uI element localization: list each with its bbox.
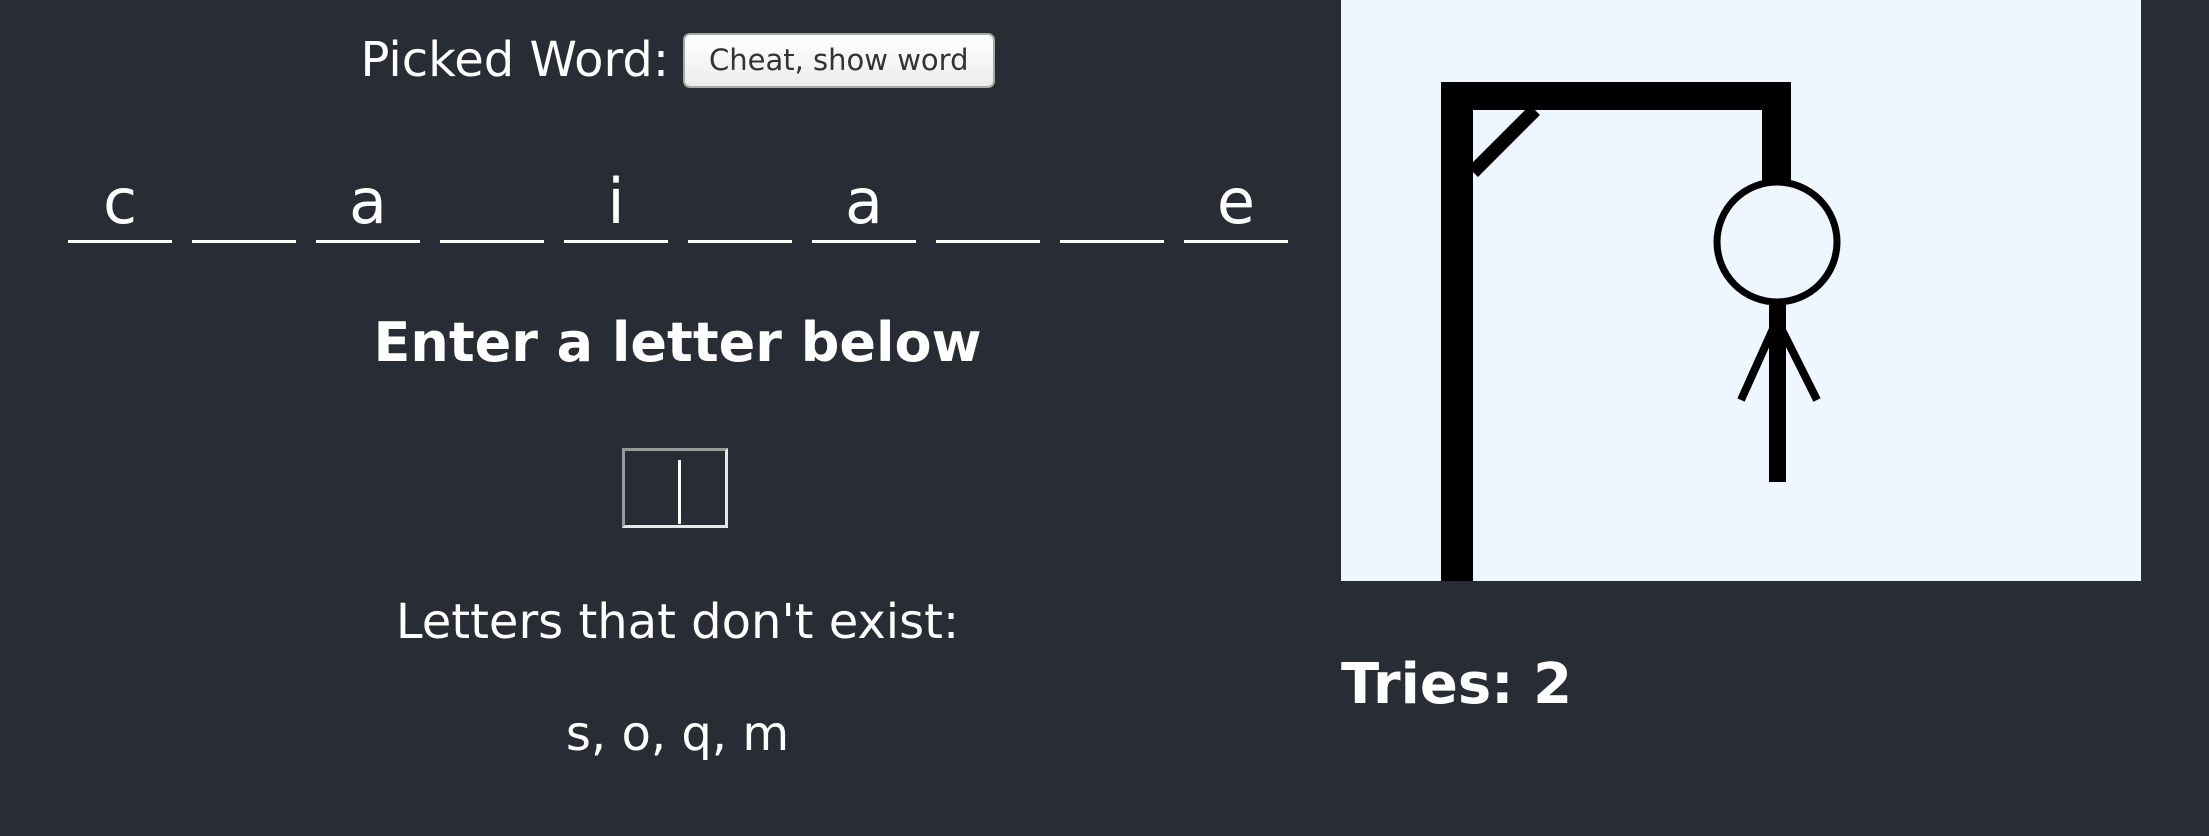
tries-counter: Tries: 2 xyxy=(1341,652,1573,717)
hangman-head xyxy=(1713,178,1841,306)
gallows-brace xyxy=(1468,105,1540,177)
gallows-rope xyxy=(1762,82,1791,184)
enter-letter-heading: Enter a letter below xyxy=(373,311,982,374)
letter-slot xyxy=(688,164,792,243)
hangman-drawing-panel xyxy=(1341,0,2141,581)
gallows-beam xyxy=(1441,82,1791,110)
picked-word-row: Picked Word: Cheat, show word xyxy=(0,30,1355,90)
cheat-show-word-button[interactable]: Cheat, show word xyxy=(683,32,995,88)
gallows-upright xyxy=(1441,82,1473,581)
letter-slot: e xyxy=(1184,164,1288,243)
letter-slot: a xyxy=(316,164,420,243)
hangman-drawing xyxy=(1441,82,1841,581)
letter-slot xyxy=(1060,164,1164,243)
letter-slot: i xyxy=(564,164,668,243)
game-area: Picked Word: Cheat, show word c a i a e … xyxy=(0,0,1355,836)
letter-slot: c xyxy=(68,164,172,243)
missing-letters-list: s, o, q, m xyxy=(565,706,790,762)
missing-letters-label: Letters that don't exist: xyxy=(395,594,960,650)
letter-slot xyxy=(936,164,1040,243)
text-caret xyxy=(678,460,681,524)
letter-slot xyxy=(192,164,296,243)
letter-slot: a xyxy=(812,164,916,243)
letter-input[interactable] xyxy=(622,448,728,528)
picked-word-label: Picked Word: xyxy=(360,32,669,88)
word-display: c a i a e xyxy=(68,164,1288,243)
letter-slot xyxy=(440,164,544,243)
